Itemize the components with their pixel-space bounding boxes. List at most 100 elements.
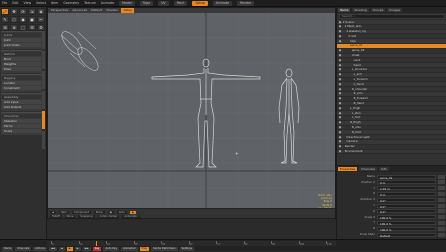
timeline-button[interactable]: ►► [82,247,91,251]
tool-icon[interactable]: ⊕ [10,24,18,31]
side-tab[interactable] [42,131,45,149]
property-options-button[interactable] [438,215,445,220]
menu-item[interactable]: Select [36,1,46,6]
properties-tab[interactable]: Channels [359,167,378,171]
tool-button[interactable]: Add Output [2,105,41,109]
tool-icon[interactable]: ⇲ [28,8,36,15]
layout-tab[interactable]: Setup [192,0,208,6]
layout-tab[interactable]: Animate [212,0,233,6]
menu-item[interactable]: File [2,1,7,6]
tool-icon[interactable]: ⊞ [1,24,9,31]
property-value-field[interactable]: 100.0 % [377,220,436,226]
property-options-button[interactable] [438,226,445,231]
item-list-tab[interactable]: Shading [352,8,369,12]
tool-icon[interactable]: ◆ [19,16,27,23]
side-tab[interactable] [42,31,45,49]
property-value-field[interactable]: 100.0 % [377,215,436,220]
viewport-footer-option[interactable]: Falloff [50,214,62,218]
timeline-button[interactable]: Actions [33,247,47,251]
property-options-button[interactable] [438,191,445,196]
property-options-button[interactable] [438,186,445,191]
menu-item[interactable]: Animate [101,1,114,6]
tool-button[interactable]: Skeleton [2,119,41,123]
tool-button[interactable]: Constraint [2,86,41,90]
property-value-field[interactable]: 0.0° [377,209,436,214]
viewport-footer-option[interactable]: Action Center [97,214,120,218]
menu-item[interactable]: Edit [12,1,18,6]
viewport-footer-option[interactable]: Snapping [78,214,95,218]
timeline-button[interactable]: Items [2,247,14,251]
property-value-field[interactable]: 100.0 % [377,226,436,232]
properties-tab[interactable]: Properties [338,167,358,171]
tool-icon[interactable]: ⚙ [37,24,45,31]
property-value-field[interactable]: 1.02 m [377,186,436,191]
property-value-field[interactable]: Default [377,232,436,238]
property-options-button[interactable] [438,232,445,237]
tool-button[interactable]: Solve [2,129,41,133]
tool-icon[interactable]: ☰ [28,24,36,31]
side-tab[interactable] [42,71,45,89]
layout-tab[interactable]: Render [237,0,255,6]
timeline-button[interactable]: Auto Key [103,247,120,251]
viewport-footer-option[interactable]: Automatic [122,214,140,218]
property-options-button[interactable] [438,197,445,202]
item-list-tab[interactable]: Images [387,8,403,12]
tool-icon[interactable]: ⟳ [19,8,27,15]
property-value-field[interactable]: 0.0° [377,197,436,203]
tool-icon[interactable]: ⤢ [1,8,9,15]
tool-icon[interactable]: ◈ [37,8,45,15]
property-value-field[interactable]: 0 m [377,191,436,197]
3d-viewport[interactable]: Perspective Advanced Default Shaded Setup [47,7,336,219]
property-options-button[interactable] [438,203,445,208]
timeline-button[interactable]: Key [92,247,102,251]
properties-tab[interactable]: Info [379,167,389,171]
tool-icon[interactable]: ⬚ [19,24,27,31]
property-value-field[interactable]: spine_01 [377,174,436,180]
menu-item[interactable]: Geometry [63,1,79,6]
item-search-input[interactable]: Search... [339,14,445,19]
timeline-button[interactable]: ◄ [58,247,65,251]
property-value-field[interactable]: 0.0° [377,203,436,209]
timeline-button[interactable]: Channels [15,247,32,251]
layout-tab[interactable]: Model [119,0,135,6]
side-tab[interactable] [42,51,45,69]
tool-button[interactable]: Locator [2,81,41,85]
timeline-button[interactable]: ► [74,247,81,251]
tool-icon[interactable]: ✎ [1,16,9,23]
item-list-row[interactable]: ● Environment [337,149,446,155]
tool-button[interactable]: Weights [2,62,41,66]
tool-button[interactable]: Add Input [2,100,41,104]
property-options-button[interactable] [438,180,445,185]
timeline-button[interactable]: ◄◄ [48,247,57,251]
layout-tab[interactable]: Paint [173,0,188,6]
tool-icon[interactable]: ▣ [28,16,36,23]
tool-button[interactable]: Pose [2,67,41,71]
timeline-button[interactable]: Animated [121,247,138,251]
property-value-field[interactable]: 0 m [377,180,436,185]
property-options-button[interactable] [438,209,445,214]
side-tab-active[interactable] [42,111,45,129]
viewport-canvas[interactable]: + [48,13,335,213]
item-list-tab[interactable]: Groups [370,8,386,12]
tool-icon[interactable]: ⬡ [10,16,18,23]
tool-icon[interactable]: ✥ [10,8,18,15]
timeline-button[interactable]: Cache Deformers [150,247,178,251]
tool-button[interactable]: Joint [2,38,41,42]
side-tab[interactable] [42,91,45,109]
property-options-button[interactable] [438,174,445,179]
property-options-button[interactable] [438,220,445,225]
menu-item[interactable]: Item [51,1,58,6]
tool-button[interactable]: Joint Chain [2,43,41,47]
layout-tab[interactable]: UV [158,0,169,6]
timeline-button[interactable]: ▶ [66,247,73,251]
viewport-footer-option[interactable]: None [64,214,76,218]
item-list-tab[interactable]: Items [338,8,351,12]
tool-icon[interactable]: ✂ [37,16,45,23]
tool-button[interactable]: Bind [2,57,41,61]
layout-tab[interactable]: Topo [139,0,154,6]
timeline-button[interactable]: Play [139,247,149,251]
tool-button[interactable]: Mirror [2,124,41,128]
menu-item[interactable]: View [24,1,32,6]
menu-item[interactable]: Texture [84,1,96,6]
timeline-button[interactable]: Settings [179,247,195,251]
